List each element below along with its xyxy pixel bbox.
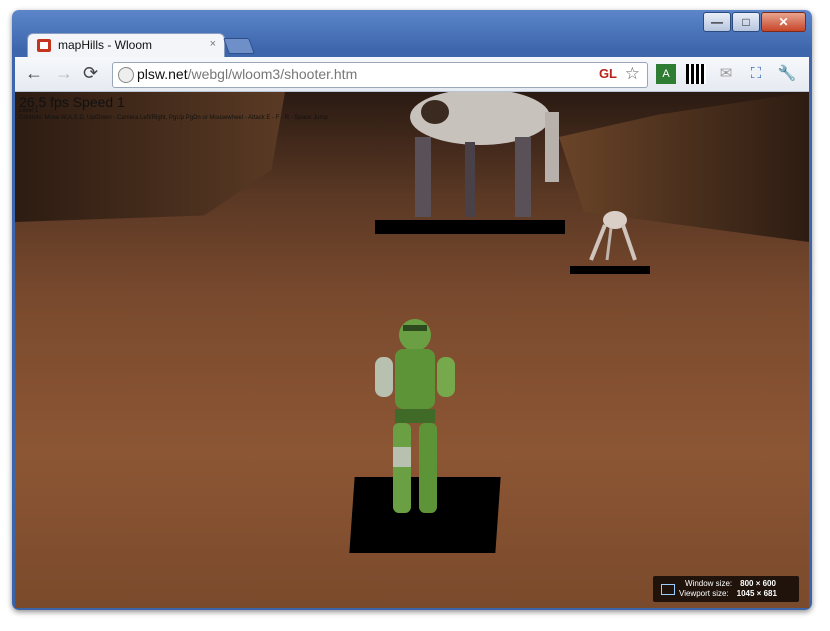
window-size-overlay: Window size: 800 × 600 Viewport size: 1045… <box>653 576 799 602</box>
globe-icon <box>118 67 134 83</box>
monitor-icon <box>661 584 675 595</box>
url-path: /webgl/wloom3/shooter.htm <box>187 66 358 82</box>
viewport-size-value: 1045 × 681 <box>736 589 777 598</box>
viewport-size-label: Viewport size: <box>679 589 729 598</box>
spider-creature <box>589 211 637 261</box>
mail-icon[interactable]: ✉ <box>716 64 736 84</box>
window-controls: — □ ✕ <box>702 12 806 32</box>
bookmark-star-icon[interactable]: ☆ <box>625 64 640 84</box>
window-size-value: 800 × 600 <box>740 579 776 588</box>
fullscreen-icon[interactable]: ⛶ <box>746 64 766 84</box>
maximize-button[interactable]: □ <box>732 12 760 32</box>
cliff-left <box>15 92 285 222</box>
new-tab-button[interactable] <box>223 38 255 54</box>
back-arrow-icon[interactable]: ← <box>25 63 43 84</box>
toolbar: ← → ⟳ plsw.net/webgl/wloom3/shooter.htm … <box>15 57 809 92</box>
tab-active[interactable]: mapHills - Wloom × <box>27 33 225 58</box>
forward-arrow-icon[interactable]: → <box>55 63 73 84</box>
player-character <box>375 319 455 513</box>
browser-window: — □ ✕ mapHills - Wloom × ← → ⟳ plsw.net/… <box>12 10 812 610</box>
webgl-badge[interactable]: GL <box>599 66 617 81</box>
large-monster <box>410 92 559 217</box>
webgl-canvas[interactable]: 26.5 fps Speed 1 Level 1 Controls: Move … <box>15 92 809 608</box>
qr-code-icon[interactable] <box>686 64 706 84</box>
reload-icon[interactable]: ⟳ <box>83 63 98 84</box>
address-bar[interactable]: plsw.net/webgl/wloom3/shooter.htm GL ☆ <box>112 62 648 88</box>
minimize-button[interactable]: — <box>703 12 731 32</box>
window-size-label: Window size: <box>685 579 733 588</box>
url-text: plsw.net/webgl/wloom3/shooter.htm <box>137 66 357 82</box>
wrench-icon[interactable]: 🔧 <box>777 64 797 84</box>
url-domain: plsw.net <box>137 66 188 82</box>
tab-close-icon[interactable]: × <box>210 38 216 50</box>
tab-title: mapHills - Wloom <box>58 38 153 52</box>
favicon-icon <box>37 39 51 52</box>
translate-extension-icon[interactable]: A <box>656 64 676 84</box>
controls-text: Controls: Move W,A,S,D, Up/Down - Camera… <box>19 115 328 121</box>
level-text: Level 1 <box>19 108 39 114</box>
close-window-button[interactable]: ✕ <box>761 12 806 32</box>
